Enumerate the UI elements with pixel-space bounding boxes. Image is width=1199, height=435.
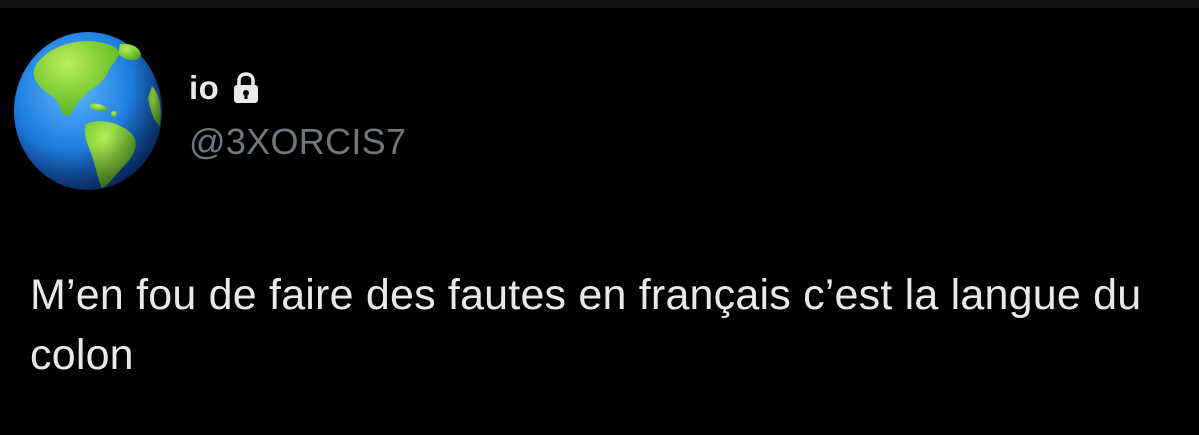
globe-americas-icon	[14, 32, 162, 190]
display-name[interactable]: io	[189, 69, 219, 107]
lock-icon	[232, 72, 260, 104]
user-handle[interactable]: @3XORCIS7	[189, 121, 406, 163]
avatar[interactable]	[12, 30, 164, 192]
tweet-text: M’en fou de faire des fautes en français…	[30, 271, 1142, 379]
top-edge-divider	[0, 0, 1199, 8]
user-name-row[interactable]: io	[189, 66, 260, 110]
